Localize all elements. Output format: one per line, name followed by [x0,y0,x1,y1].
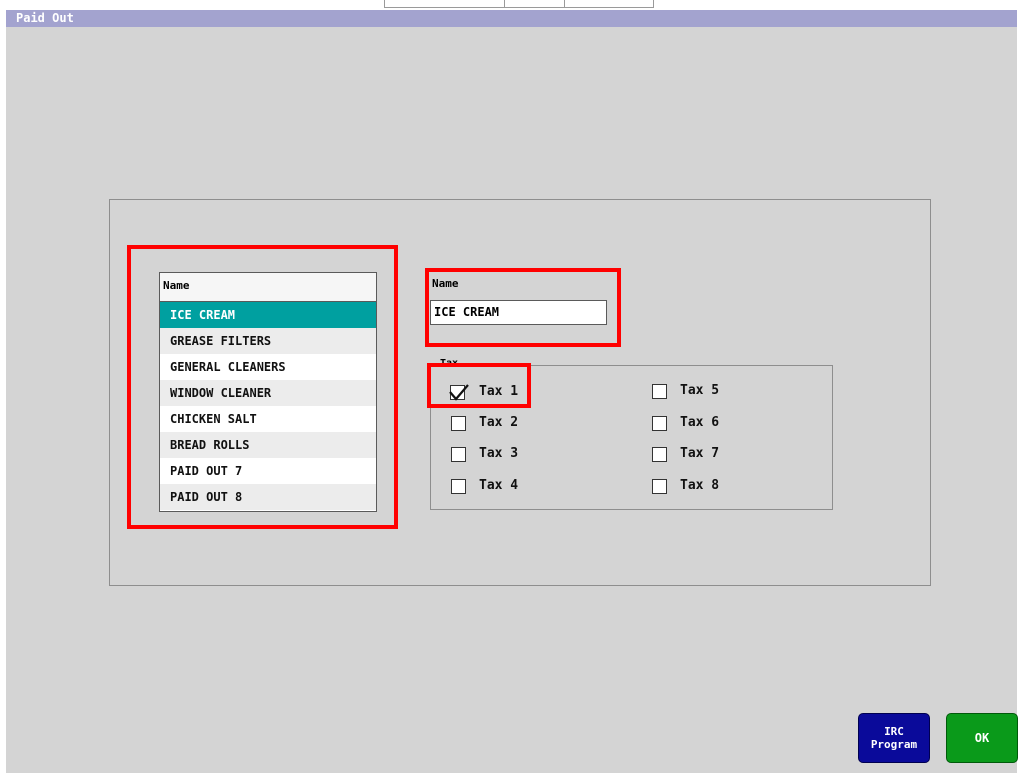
highlight-box-name [425,268,621,347]
ok-button-label: OK [974,731,990,745]
tax-2-label: Tax 2 [479,415,519,430]
highlight-box-tax1 [427,363,531,408]
tax-4-checkbox[interactable] [451,479,466,494]
divider [504,0,505,8]
tax-8-checkbox[interactable] [652,479,667,494]
tax-3-label: Tax 3 [479,446,519,461]
tax-7-label: Tax 7 [680,446,720,461]
tax-5-checkbox[interactable] [652,384,667,399]
highlight-box-list [127,245,398,529]
tax-6-checkbox[interactable] [652,416,667,431]
tax-7-checkbox[interactable] [652,447,667,462]
irc-button-label-line1: IRC [884,725,904,738]
tax-8-label: Tax 8 [680,478,720,493]
tax-6-label: Tax 6 [680,415,720,430]
divider [564,0,565,8]
window-title: Paid Out [6,10,1017,27]
irc-button-label-line2: Program [870,738,918,751]
ok-button[interactable]: OK [946,713,1018,763]
tax-2-checkbox[interactable] [451,416,466,431]
tax-4-label: Tax 4 [479,478,519,493]
tax-3-checkbox[interactable] [451,447,466,462]
tax-5-label: Tax 5 [680,383,720,398]
top-tab-strip [384,0,654,8]
irc-program-button[interactable]: IRC Program [858,713,930,763]
